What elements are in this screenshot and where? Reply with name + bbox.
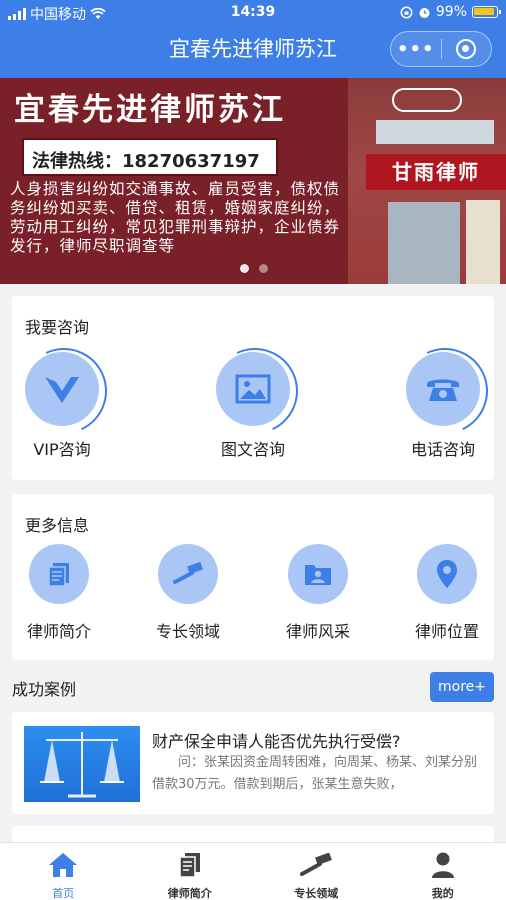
mini-program-capsule: ••• xyxy=(390,31,492,67)
more-info-title: 更多信息 xyxy=(25,516,90,535)
cases-title: 成功案例 xyxy=(12,680,77,699)
office-building-image: 甘雨律师 xyxy=(348,78,506,284)
mini-program-close-icon xyxy=(456,39,477,59)
case-excerpt: 问：张某因资金周转困难，向周某、杨某、刘某分别借款30万元。借款到期后，张某生意… xyxy=(152,755,478,792)
banner-carousel[interactable]: 宜春先进律师苏江 法律热线：18270637197 人身损害纠纷如交通事故、雇员… xyxy=(0,78,506,284)
lawyer-location-button[interactable]: 律师位置 xyxy=(392,544,502,642)
tab-bar: 首页 律师简介 专长领域 我的 xyxy=(0,842,506,900)
vip-consult-button[interactable]: VIP咨询 xyxy=(2,352,122,460)
home-icon xyxy=(49,853,78,877)
more-cases-button[interactable]: more+ xyxy=(430,672,494,702)
consult-title: 我要咨询 xyxy=(25,318,90,337)
location-pin-icon xyxy=(437,560,457,588)
status-bar: 中国移动 14:39 99% xyxy=(0,0,506,26)
tab-home[interactable]: 首页 xyxy=(0,843,127,900)
case-item[interactable]: 财产保全申请人能否优先执行受偿? 问：张某因资金周转困难，向周某、杨某、刘某分别… xyxy=(12,712,494,814)
tab-mine[interactable]: 我的 xyxy=(380,843,506,900)
lawyer-profile-button[interactable]: 律师简介 xyxy=(4,544,114,642)
document-icon xyxy=(179,853,200,878)
firm-logo xyxy=(392,88,462,112)
lawyer-gallery-button[interactable]: 律师风采 xyxy=(263,544,373,642)
orientation-lock-icon xyxy=(400,6,413,18)
top-bar: 中国移动 14:39 99% 宜春先进律师苏江 ••• xyxy=(0,0,506,78)
consult-section: 我要咨询 VIP咨询 图文咨询 电话咨询 xyxy=(12,296,494,480)
banner-description: 人身损害纠纷如交通事故、雇员受害，债权债务纠纷如买卖、借贷、租赁，婚姻家庭纠纷，… xyxy=(10,180,341,255)
photo-folder-icon xyxy=(305,565,331,585)
close-button[interactable] xyxy=(441,39,491,59)
gavel-icon xyxy=(300,853,333,876)
case-title: 财产保全申请人能否优先执行受偿? xyxy=(152,732,401,751)
carousel-dot[interactable] xyxy=(259,264,268,273)
phone-consult-button[interactable]: 电话咨询 xyxy=(383,352,503,460)
tab-expertise[interactable]: 专长领域 xyxy=(253,843,380,900)
case-thumbnail xyxy=(24,726,140,802)
phone-icon xyxy=(427,379,459,401)
carousel-dot[interactable] xyxy=(240,264,249,273)
battery-icon xyxy=(472,6,501,18)
banner-title: 宜春先进律师苏江 xyxy=(14,92,286,128)
alarm-icon xyxy=(419,7,430,18)
banner-hotline: 法律热线：18270637197 xyxy=(22,138,278,176)
image-icon xyxy=(235,374,271,404)
more-info-section: 更多信息 律师简介 专长领域 律师风采 律师位置 xyxy=(12,494,494,660)
carousel-indicator xyxy=(240,264,268,273)
document-icon xyxy=(48,563,69,587)
more-dots-icon[interactable]: ••• xyxy=(391,39,441,60)
scales-icon xyxy=(40,732,124,798)
image-text-consult-button[interactable]: 图文咨询 xyxy=(193,352,313,460)
vip-icon xyxy=(45,377,79,403)
user-icon xyxy=(431,852,454,878)
office-sign: 甘雨律师 xyxy=(366,154,506,190)
tab-lawyer-profile[interactable]: 律师简介 xyxy=(127,843,254,900)
expertise-button[interactable]: 专长领域 xyxy=(133,544,243,642)
gavel-icon xyxy=(173,562,203,584)
battery-percent: 99% xyxy=(435,4,467,20)
